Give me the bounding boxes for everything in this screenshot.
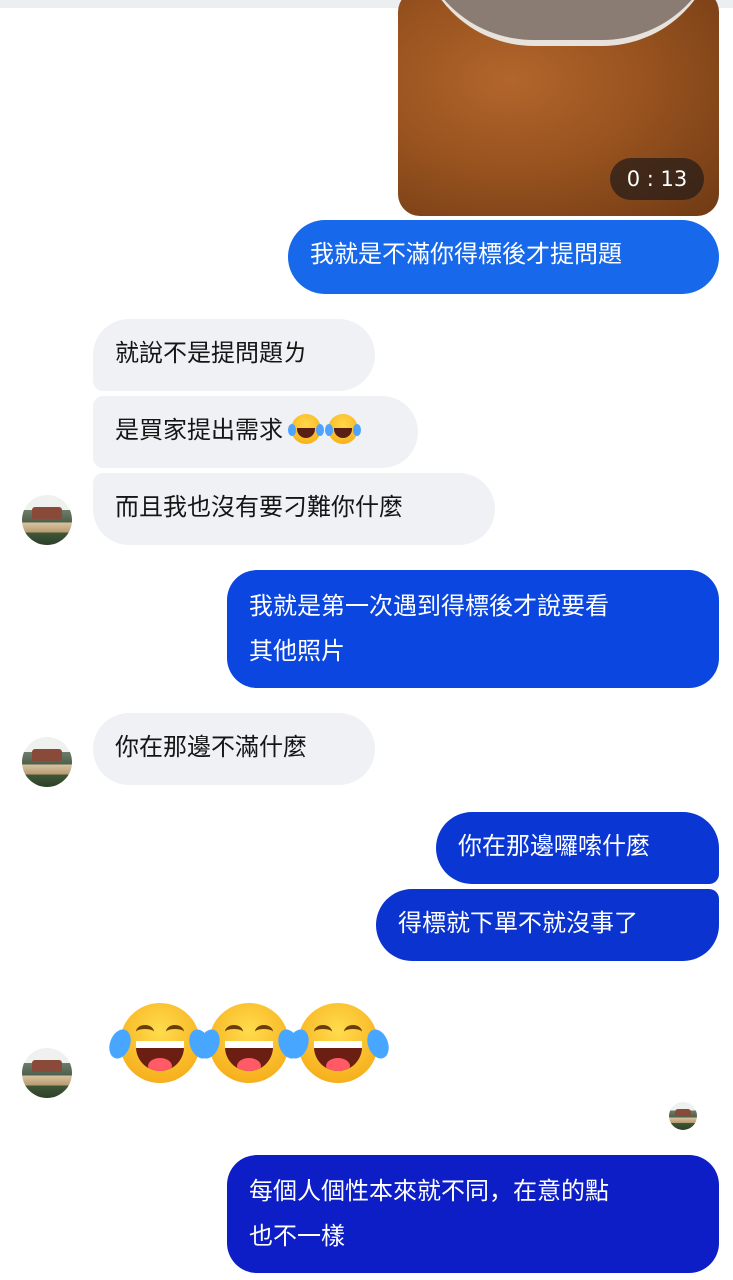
message-text: 我就是第一次遇到得標後才說要看 xyxy=(249,592,609,620)
message-bubble-incoming[interactable]: 是買家提出需求 xyxy=(93,396,418,468)
message-text: 得標就下單不就沒事了 xyxy=(398,909,638,937)
message-text-line2: 也不一樣 xyxy=(249,1222,345,1250)
message-bubble-incoming[interactable]: 就說不是提問題ㄌ xyxy=(93,319,375,391)
message-text: 而且我也沒有要刁難你什麼 xyxy=(115,493,403,521)
face-with-tears-of-joy-icon xyxy=(283,1003,393,1083)
message-bubble-outgoing[interactable]: 我就是不滿你得標後才提問題 xyxy=(288,220,719,294)
face-with-tears-of-joy-icon xyxy=(325,414,362,444)
message-text: 就說不是提問題ㄌ xyxy=(115,339,307,367)
avatar-house-photo-icon xyxy=(32,749,62,761)
message-text: 你在那邊囉嗦什麼 xyxy=(458,832,650,860)
message-text: 每個人個性本來就不同，在意的點 xyxy=(249,1177,609,1205)
message-bubble-outgoing[interactable]: 你在那邊囉嗦什麼 xyxy=(436,812,719,884)
contact-avatar[interactable] xyxy=(22,495,72,545)
message-text: 我就是不滿你得標後才提問題 xyxy=(310,240,622,268)
message-bubble-outgoing[interactable]: 每個人個性本來就不同，在意的點 也不一樣 xyxy=(227,1155,719,1273)
face-with-tears-of-joy-icon xyxy=(105,1003,215,1083)
contact-avatar[interactable] xyxy=(22,1048,72,1098)
message-bubble-outgoing[interactable]: 我就是第一次遇到得標後才說要看 其他照片 xyxy=(227,570,719,688)
video-duration-badge: 0 : 13 xyxy=(610,158,704,200)
contact-avatar[interactable] xyxy=(22,737,72,787)
message-text: 你在那邊不滿什麼 xyxy=(115,733,307,761)
message-bubble-outgoing[interactable]: 得標就下單不就沒事了 xyxy=(376,889,719,961)
video-attachment[interactable]: 0 : 13 xyxy=(398,0,719,216)
avatar-house-photo-icon xyxy=(32,1060,62,1072)
video-thumbnail-content xyxy=(418,0,718,46)
face-with-tears-of-joy-icon xyxy=(194,1003,304,1083)
message-bubble-incoming[interactable]: 你在那邊不滿什麼 xyxy=(93,713,375,785)
avatar-house-photo-icon xyxy=(675,1109,691,1116)
read-receipt-avatar xyxy=(669,1102,697,1130)
face-with-tears-of-joy-icon xyxy=(287,414,324,444)
message-bubble-incoming[interactable]: 而且我也沒有要刁難你什麼 xyxy=(93,473,495,545)
message-text: 是買家提出需求 xyxy=(115,416,283,444)
avatar-house-photo-icon xyxy=(32,507,62,519)
message-text-line2: 其他照片 xyxy=(249,637,345,665)
